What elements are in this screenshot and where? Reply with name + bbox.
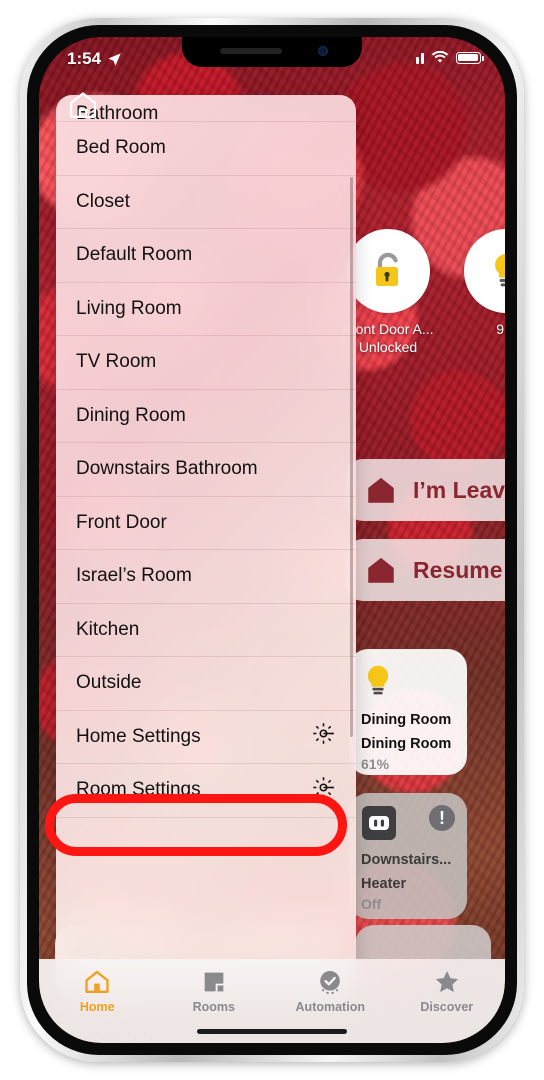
tab-rooms[interactable]: Rooms: [156, 968, 273, 1014]
screenshot-root: 1:54 Front Door A... Unlocked 9 I’m Leav…: [0, 0, 544, 1080]
tile-room: Dining Room: [361, 712, 452, 728]
menu-scrollbar[interactable]: [349, 177, 353, 737]
accessory-tile[interactable]: Dining Room Dining Room 61%: [349, 649, 467, 775]
nav-bar: [39, 85, 505, 137]
tile-room: Downstairs...: [361, 852, 452, 868]
notch: [182, 37, 362, 67]
menu-item-dining-room[interactable]: Dining Room: [56, 390, 356, 443]
tab-automation[interactable]: Automation: [272, 968, 389, 1014]
lightbulb-icon[interactable]: [464, 229, 505, 313]
scene-label: I’m Leavi: [413, 476, 505, 503]
clock-check-icon: [320, 971, 341, 995]
menu-item-outside[interactable]: Outside: [56, 657, 356, 711]
menu-item-front-door[interactable]: Front Door: [56, 497, 356, 550]
menu-item-default-room[interactable]: Default Room: [56, 229, 356, 283]
menu-item-label: Downstairs Bathroom: [76, 458, 258, 480]
scene-button[interactable]: Resume: [345, 539, 505, 601]
wifi-icon: [431, 51, 449, 63]
menu-item-israels-room[interactable]: Israel’s Room: [56, 550, 356, 604]
house-icon: [368, 557, 394, 583]
menu-item-label: Default Room: [76, 244, 193, 266]
tab-discover[interactable]: Discover: [389, 968, 506, 1014]
tile-name: Heater: [361, 875, 407, 892]
status-accessory-item[interactable]: 9 L: [457, 229, 505, 356]
menu-item-label: Front Door: [76, 511, 167, 533]
front-camera: [318, 46, 328, 56]
menu-item-label: Israel’s Room: [76, 565, 192, 587]
status-bar-right: [416, 51, 484, 64]
tab-label: Rooms: [192, 1000, 235, 1014]
menu-item-kitchen[interactable]: Kitchen: [56, 604, 356, 657]
tab-label: Discover: [420, 1000, 474, 1014]
accessory-tile-partial[interactable]: [355, 925, 491, 959]
tile-state: 61%: [361, 756, 390, 773]
home-indicator[interactable]: [197, 1029, 347, 1034]
scene-buttons: I’m Leavi Resume: [345, 459, 505, 601]
menu-item-closet[interactable]: Closet: [56, 176, 356, 229]
menu-item-downstairs-bathroom[interactable]: Downstairs Bathroom: [56, 443, 356, 497]
menu-item-living-room[interactable]: Living Room: [56, 283, 356, 336]
menu-item-label: Closet: [76, 190, 130, 212]
scene-label: Resume: [413, 556, 503, 583]
menu-item-label: Home Settings: [76, 725, 201, 747]
menu-item-room-settings[interactable]: Room Settings: [56, 764, 356, 818]
earpiece-speaker: [220, 48, 282, 54]
clock-text: 1:54: [67, 49, 102, 68]
gear-icon: [311, 775, 336, 806]
gear-icon: [311, 721, 336, 752]
home-icon: [85, 970, 109, 993]
status-bar-left: 1:54: [67, 49, 122, 69]
phone-screen: 1:54 Front Door A... Unlocked 9 I’m Leav…: [39, 37, 505, 1043]
accessory-tiles: Dining Room Dining Room 61% ! Downstairs…: [349, 649, 489, 919]
status-accessory-label: 9 L: [457, 321, 505, 339]
tab-home[interactable]: Home: [39, 968, 156, 1014]
menu-item-label: Room Settings: [76, 779, 201, 801]
house-icon: [368, 477, 394, 503]
star-icon: [435, 971, 458, 993]
location-arrow-icon: [108, 52, 121, 66]
scene-button[interactable]: I’m Leavi: [345, 459, 505, 521]
room-dropdown-menu[interactable]: Bathroom Bed Room Closet Default Room Li…: [56, 95, 356, 996]
tile-state: Off: [361, 896, 382, 913]
menu-item-tv-room[interactable]: TV Room: [56, 336, 356, 390]
menu-item-label: Bed Room: [76, 137, 166, 159]
menu-item-label: Kitchen: [76, 618, 140, 640]
unlocked-padlock-icon[interactable]: [346, 229, 430, 313]
rooms-icon: [204, 972, 224, 992]
menu-item-label: Dining Room: [76, 404, 186, 426]
menu-item-home-settings[interactable]: Home Settings: [56, 711, 356, 764]
menu-item-label: Living Room: [76, 297, 182, 319]
status-accessory-row: Front Door A... Unlocked 9 L: [339, 229, 505, 356]
accessory-tile[interactable]: ! Downstairs... Heater Off: [349, 793, 467, 919]
tab-label: Home: [79, 1000, 115, 1014]
lightbulb-icon: [367, 665, 389, 695]
accessory-name: 9 L: [496, 321, 505, 337]
status-badge[interactable]: !: [429, 805, 455, 831]
menu-item-label: Outside: [76, 672, 142, 694]
cellular-signal-icon: [416, 52, 424, 64]
menu-item-label: TV Room: [76, 351, 157, 373]
outlet-icon: [362, 806, 396, 840]
battery-icon: [456, 51, 484, 64]
tab-label: Automation: [295, 1000, 365, 1014]
tile-name: Dining Room: [361, 735, 452, 752]
home-icon[interactable]: [67, 89, 99, 126]
